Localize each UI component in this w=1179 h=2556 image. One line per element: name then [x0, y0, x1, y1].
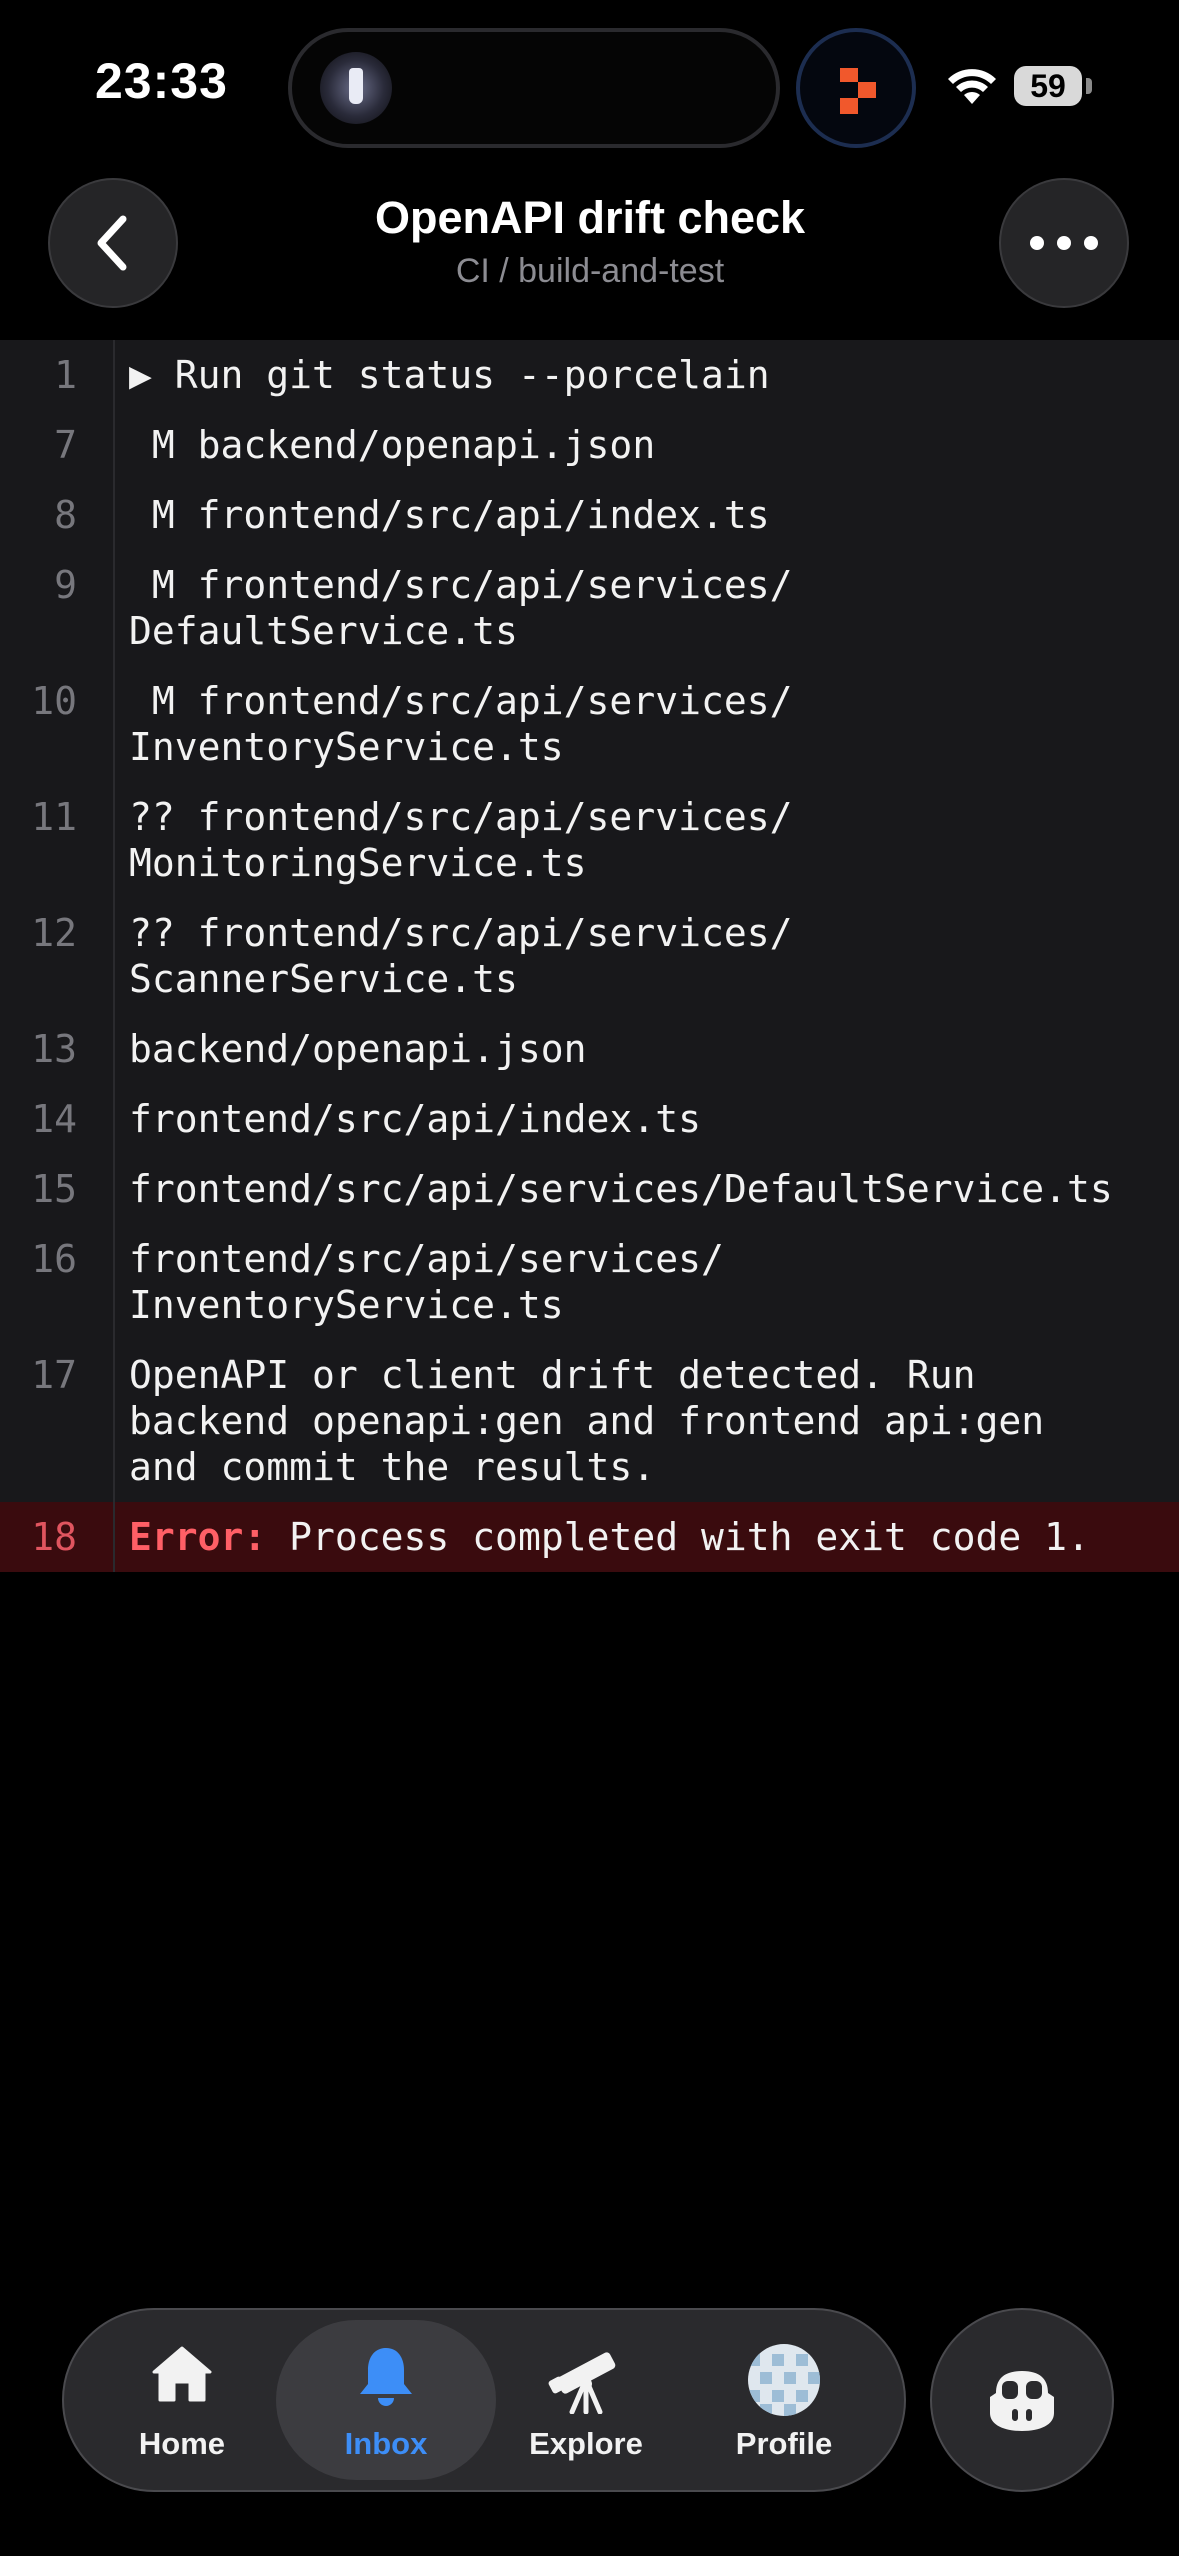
- tab-explore[interactable]: Explore: [476, 2320, 696, 2480]
- line-text: frontend/src/api/services/DefaultService…: [129, 1167, 1113, 1211]
- log-line: 10 M frontend/src/api/services/ Inventor…: [0, 666, 1179, 782]
- line-number: 16: [0, 1224, 115, 1340]
- status-time: 23:33: [95, 53, 228, 109]
- header: OpenAPI drift check CI / build-and-test: [200, 192, 980, 291]
- tab-label: Explore: [529, 2426, 643, 2461]
- log-line: 11?? frontend/src/api/services/ Monitori…: [0, 782, 1179, 898]
- log-line: 15 frontend/src/api/services/DefaultServi…: [0, 1154, 1179, 1224]
- line-number: 8: [0, 480, 115, 550]
- line-number: 11: [0, 782, 115, 898]
- home-icon: [152, 2346, 212, 2402]
- line-text: frontend/src/api/services/ InventoryServ…: [129, 1237, 724, 1327]
- log-line: 12?? frontend/src/api/services/ ScannerS…: [0, 898, 1179, 1014]
- error-text: Error: Process completed with exit code …: [115, 1502, 1179, 1572]
- log-line: 14 frontend/src/api/index.ts: [0, 1084, 1179, 1154]
- avatar: [748, 2344, 820, 2416]
- tab-profile[interactable]: Profile: [674, 2320, 894, 2480]
- tab-home[interactable]: Home: [72, 2320, 292, 2480]
- line-number: 18: [0, 1502, 115, 1572]
- page-subtitle: CI / build-and-test: [455, 252, 725, 290]
- tab-label: Inbox: [344, 2426, 428, 2461]
- tab-inbox[interactable]: Inbox: [276, 2320, 496, 2480]
- log-line: 7 M backend/openapi.json: [0, 410, 1179, 480]
- line-number: 10: [0, 666, 115, 782]
- line-text: M frontend/src/api/index.ts: [129, 493, 770, 537]
- line-number: 9: [0, 550, 115, 666]
- telescope-icon: [548, 2352, 616, 2414]
- more-options-button[interactable]: [999, 178, 1129, 308]
- line-number: 1: [0, 340, 115, 410]
- line-text: ?? frontend/src/api/services/ Monitoring…: [129, 795, 793, 885]
- ellipsis-icon: [1030, 236, 1098, 250]
- line-number: 14: [0, 1084, 115, 1154]
- battery-indicator: 59: [1014, 66, 1082, 106]
- line-text: frontend/src/api/index.ts: [129, 1097, 701, 1141]
- tab-bar: Home Inbox Explore Profile: [62, 2308, 906, 2492]
- tab-label: Home: [138, 2426, 226, 2461]
- error-label: Error:: [129, 1515, 267, 1559]
- line-number: 13: [0, 1014, 115, 1084]
- error-message: Process completed with exit code 1.: [266, 1515, 1090, 1559]
- bell-icon: [360, 2348, 412, 2406]
- log-line: 13 backend/openapi.json: [0, 1014, 1179, 1084]
- app-activity-icon[interactable]: [796, 28, 916, 148]
- chevron-left-icon: [97, 215, 127, 271]
- line-number: 15: [0, 1154, 115, 1224]
- log-line: 17 OpenAPI or client drift detected. Run …: [0, 1340, 1179, 1502]
- log-line-error: 18 Error: Process completed with exit cod…: [0, 1502, 1179, 1572]
- log-line: 8 M frontend/src/api/index.ts: [0, 480, 1179, 550]
- line-text: M frontend/src/api/services/ DefaultServ…: [129, 563, 793, 653]
- line-text: M frontend/src/api/services/ InventorySe…: [129, 679, 793, 769]
- tab-label: Profile: [735, 2426, 833, 2461]
- line-text: M backend/openapi.json: [129, 423, 656, 467]
- line-text: OpenAPI or client drift detected. Run ba…: [129, 1353, 1045, 1489]
- dynamic-island[interactable]: [288, 28, 780, 148]
- back-button[interactable]: [48, 178, 178, 308]
- copilot-icon: [990, 2371, 1054, 2431]
- battery-tip: [1086, 78, 1092, 94]
- log-line: 1 ▶ Run git status --porcelain: [0, 340, 1179, 410]
- wifi-icon: [948, 69, 996, 104]
- copilot-button[interactable]: [930, 2308, 1114, 2492]
- flashlight-icon: [320, 52, 392, 124]
- line-text: backend/openapi.json: [129, 1027, 587, 1071]
- line-text[interactable]: ▶ Run git status --porcelain: [115, 340, 1179, 410]
- log-line: 16 frontend/src/api/services/ InventorySe…: [0, 1224, 1179, 1340]
- log-line: 9 M frontend/src/api/services/ DefaultSe…: [0, 550, 1179, 666]
- log-viewer[interactable]: 1 ▶ Run git status --porcelain 7 M backen…: [0, 340, 1179, 1572]
- line-text: ?? frontend/src/api/services/ ScannerSer…: [129, 911, 793, 1001]
- page-title: OpenAPI drift check: [374, 192, 806, 243]
- line-number: 17: [0, 1340, 115, 1502]
- line-number: 7: [0, 410, 115, 480]
- line-number: 12: [0, 898, 115, 1014]
